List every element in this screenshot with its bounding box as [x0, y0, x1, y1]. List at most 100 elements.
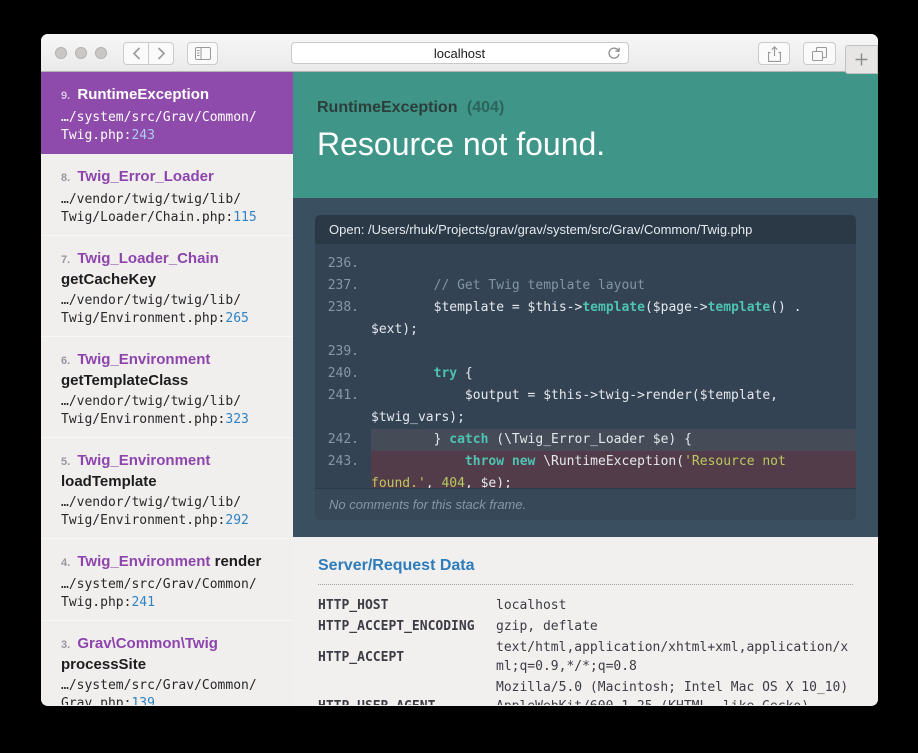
- frame-line-number: 139: [131, 696, 155, 705]
- frame-class: Twig_Environment: [77, 351, 211, 368]
- frame-line-number: 292: [225, 513, 249, 528]
- frame-file: …/vendor/twig/twig/lib/Twig/Loader/Chain…: [61, 192, 242, 225]
- frame-file: …/vendor/twig/twig/lib/Twig/Environment.…: [61, 394, 242, 427]
- plus-icon: [855, 53, 868, 66]
- code-token: $output = $this->twig->render($template,…: [371, 388, 786, 425]
- code-token: template: [582, 300, 645, 315]
- open-file-link[interactable]: Open: /Users/rhuk/Projects/grav/grav/sys…: [315, 215, 856, 244]
- frame-line-number: 243: [131, 128, 155, 143]
- code-token: catch: [449, 432, 489, 447]
- frame-file: …/system/src/Grav/Common/Grav.php: [61, 678, 257, 705]
- new-tab-button[interactable]: [845, 45, 878, 74]
- code-panel: Open: /Users/rhuk/Projects/grav/grav/sys…: [293, 198, 878, 537]
- code-line-source: $output = $this->twig->render($template,…: [371, 385, 856, 429]
- frame-path: …/vendor/twig/twig/lib/Twig/Loader/Chain…: [61, 191, 273, 227]
- code-line-source: throw new \RuntimeException('Resource no…: [371, 451, 856, 488]
- server-data-row: HTTP_USER_AGENTMozilla/5.0 (Macintosh; I…: [318, 678, 853, 705]
- frame-title: 5. Twig_Environment loadTemplate: [61, 451, 273, 491]
- code-line: 237. // Get Twig template layout: [315, 275, 856, 297]
- code-line-source: [371, 341, 856, 363]
- stack-frames-list: 9. RuntimeException …/system/src/Grav/Com…: [41, 72, 293, 705]
- browser-window: localhost 9. RuntimeException …/system/sr…: [41, 34, 878, 706]
- close-button[interactable]: [55, 47, 67, 59]
- zoom-button[interactable]: [95, 47, 107, 59]
- code-token: 404: [441, 476, 465, 488]
- frame-path: …/system/src/Grav/Common/Twig.php:243: [61, 109, 273, 145]
- code-line: 240. try {: [315, 363, 856, 385]
- server-data-key: HTTP_USER_AGENT: [318, 697, 496, 705]
- code-line: 239.: [315, 341, 856, 363]
- tab-overview-button[interactable]: [803, 42, 836, 65]
- frame-title: 8. Twig_Error_Loader: [61, 167, 273, 188]
- frame-path: …/vendor/twig/twig/lib/Twig/Environment.…: [61, 494, 273, 530]
- nav-buttons: [123, 42, 174, 65]
- server-data-row: HTTP_HOST localhost: [318, 596, 853, 615]
- frame-title: 6. Twig_Environment getTemplateClass: [61, 350, 273, 390]
- frame-path: …/vendor/twig/twig/lib/Twig/Environment.…: [61, 393, 273, 429]
- frame-method: processSite: [61, 656, 147, 673]
- frame-line-number: 115: [233, 210, 257, 225]
- back-button[interactable]: [123, 42, 149, 65]
- frame-class: Twig_Environment: [77, 452, 211, 469]
- frame-line-number: 323: [225, 412, 249, 427]
- stack-frame[interactable]: 9. RuntimeException …/system/src/Grav/Com…: [41, 72, 293, 154]
- stack-frame[interactable]: 7. Twig_Loader_Chain getCacheKey …/vendor…: [41, 236, 293, 337]
- code-line: 243. throw new \RuntimeException('Resour…: [315, 451, 856, 488]
- forward-button[interactable]: [148, 42, 174, 65]
- code-lines: 236. 237. // Get Twig template layout 238.…: [315, 244, 856, 488]
- code-token: , $e);: [464, 476, 512, 488]
- code-token: {: [457, 366, 473, 381]
- frame-line-number: 265: [225, 311, 249, 326]
- stack-frame[interactable]: 3. Grav\Common\Twig processSite …/system/…: [41, 621, 293, 705]
- frame-title: 9. RuntimeException: [61, 85, 273, 106]
- server-data-key: HTTP_ACCEPT_ENCODING: [318, 619, 475, 634]
- reload-button[interactable]: [607, 46, 621, 61]
- address-bar[interactable]: localhost: [290, 42, 629, 64]
- frame-number: 4.: [61, 557, 71, 569]
- exception-message: Resource not found.: [317, 126, 606, 162]
- frame-title: 7. Twig_Loader_Chain getCacheKey: [61, 249, 273, 289]
- code-line-source: try {: [371, 363, 856, 385]
- frame-number: 7.: [61, 254, 71, 266]
- code-line: 236.: [315, 253, 856, 275]
- url-text: localhost: [433, 45, 486, 61]
- code-line-number: 243.: [327, 454, 359, 469]
- frame-file: …/system/src/Grav/Common/Twig.php: [61, 110, 257, 143]
- stack-frame[interactable]: 4. Twig_Environment render …/system/src/G…: [41, 539, 293, 621]
- server-data-row: HTTP_ACCEPT text/html,application/xhtml+x…: [318, 638, 853, 676]
- code-line-number: 236.: [327, 256, 359, 271]
- back-icon: [132, 47, 140, 60]
- minimize-button[interactable]: [75, 47, 87, 59]
- frame-path: …/system/src/Grav/Common/Grav.php:139: [61, 677, 273, 705]
- server-data-value: localhost: [496, 598, 567, 613]
- code-line: 241. $output = $this->twig->render($temp…: [315, 385, 856, 429]
- frame-file: …/vendor/twig/twig/lib/Twig/Environment.…: [61, 293, 242, 326]
- code-token: ($page->: [644, 300, 708, 315]
- exception-header: RuntimeException (404) Resource not foun…: [293, 72, 878, 198]
- frame-title: 4. Twig_Environment render: [61, 552, 273, 573]
- frame-number: 6.: [61, 355, 71, 367]
- frame-class: Twig_Environment: [77, 553, 211, 570]
- stack-frame[interactable]: 6. Twig_Environment getTemplateClass …/ve…: [41, 337, 293, 438]
- code-token: \RuntimeException(: [535, 454, 685, 469]
- frame-class: Twig_Error_Loader: [77, 168, 214, 185]
- sidebar-toggle-button[interactable]: [187, 42, 218, 65]
- page-content: 9. RuntimeException …/system/src/Grav/Com…: [41, 72, 878, 705]
- share-icon: [767, 45, 781, 62]
- stack-frame[interactable]: 5. Twig_Environment loadTemplate …/vendor…: [41, 438, 293, 539]
- code-token: template: [707, 300, 771, 315]
- frame-number: 5.: [61, 456, 71, 468]
- stack-frame[interactable]: 8. Twig_Error_Loader …/vendor/twig/twig/l…: [41, 154, 293, 236]
- share-button[interactable]: [758, 42, 790, 65]
- forward-icon: [157, 47, 165, 60]
- exception-class: RuntimeException: [317, 99, 458, 116]
- frame-method: loadTemplate: [61, 473, 157, 490]
- code-line-number: 241.: [327, 388, 359, 403]
- window-controls: [55, 47, 107, 59]
- server-data-key: HTTP_ACCEPT: [318, 649, 405, 665]
- code-token: throw: [464, 454, 505, 469]
- frame-line-number: 241: [131, 595, 155, 610]
